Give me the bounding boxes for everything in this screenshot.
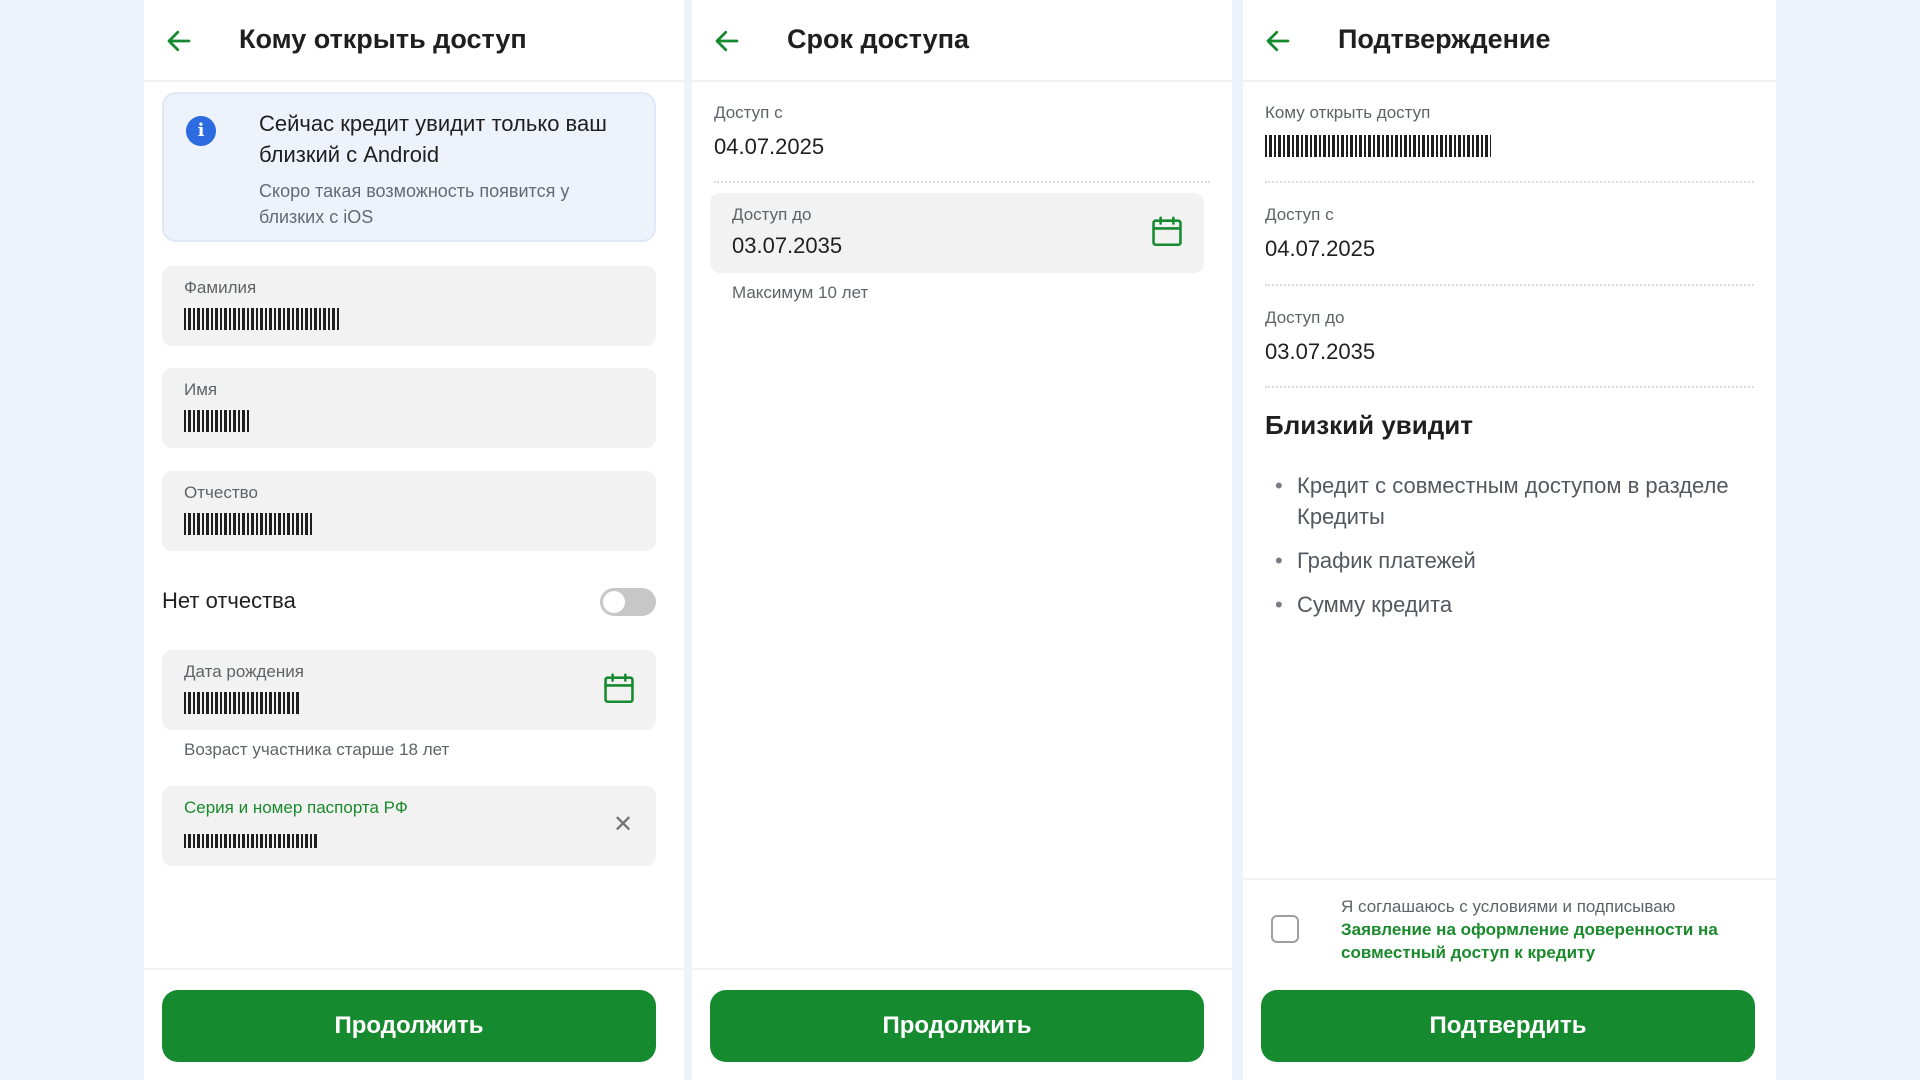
masked-value xyxy=(184,308,340,330)
page-title: Кому открыть доступ xyxy=(239,24,527,54)
screen-recipient: Кому открыть доступ i Сейчас кредит увид… xyxy=(144,0,684,1080)
access-from-label: Доступ с xyxy=(714,103,783,122)
divider xyxy=(1265,181,1754,183)
patronymic-field[interactable]: Отчество xyxy=(162,471,656,551)
top-bar: Срок доступа xyxy=(692,0,1232,82)
arrow-left-icon[interactable] xyxy=(164,26,194,56)
calendar-icon[interactable] xyxy=(1150,215,1184,249)
consent-document-link[interactable]: Заявление на оформление доверенности на … xyxy=(1341,920,1718,962)
field-label: Дата рождения xyxy=(184,662,304,681)
page-title: Срок доступа xyxy=(787,24,970,54)
page-title: Подтверждение xyxy=(1338,24,1551,54)
continue-button[interactable]: Продолжить xyxy=(162,990,656,1062)
arrow-left-icon[interactable] xyxy=(712,26,742,56)
consent-checkbox[interactable] xyxy=(1271,915,1299,943)
passport-field[interactable]: Серия и номер паспорта РФ ✕ xyxy=(162,786,656,866)
access-to-value: 03.07.2035 xyxy=(732,233,843,258)
info-subtitle: Скоро такая возможность появится у близк… xyxy=(259,181,570,227)
divider xyxy=(714,181,1210,183)
access-to-helper: Максимум 10 лет xyxy=(732,283,869,302)
list-item: Кредит с совместным доступом в разделе К… xyxy=(1265,470,1735,532)
first-name-field[interactable]: Имя xyxy=(162,368,656,448)
divider xyxy=(1265,386,1754,388)
access-to-label: Доступ до xyxy=(1265,308,1345,327)
divider xyxy=(1265,284,1754,286)
masked-value xyxy=(184,410,250,432)
last-name-field[interactable]: Фамилия xyxy=(162,266,656,346)
field-label: Фамилия xyxy=(184,278,257,297)
top-bar: Подтверждение xyxy=(1243,0,1776,82)
field-label: Отчество xyxy=(184,483,258,502)
access-to-field[interactable]: Доступ до 03.07.2035 xyxy=(710,193,1204,273)
recipient-label: Кому открыть доступ xyxy=(1265,103,1431,122)
field-label: Доступ до xyxy=(732,205,812,224)
consent-prefix: Я соглашаюсь с условиями и подписываю xyxy=(1341,897,1676,916)
no-patronymic-label: Нет отчества xyxy=(162,588,296,613)
toggle-knob xyxy=(603,591,625,613)
no-patronymic-toggle[interactable] xyxy=(600,588,656,616)
masked-value xyxy=(184,692,300,714)
top-bar: Кому открыть доступ xyxy=(144,0,684,82)
info-title: Сейчас кредит увидит только ваш близкий … xyxy=(259,111,607,167)
divider xyxy=(1243,878,1776,880)
close-icon[interactable]: ✕ xyxy=(610,812,636,838)
list-item: Сумму кредита xyxy=(1265,589,1735,620)
screen-confirmation: Подтверждение Кому открыть доступ Доступ… xyxy=(1243,0,1776,1080)
birth-date-helper: Возраст участника старше 18 лет xyxy=(184,740,450,759)
divider xyxy=(144,968,684,970)
visible-items-list: Кредит с совместным доступом в разделе К… xyxy=(1265,470,1735,633)
field-label: Серия и номер паспорта РФ xyxy=(184,798,408,817)
continue-button[interactable]: Продолжить xyxy=(710,990,1204,1062)
list-item: График платежей xyxy=(1265,545,1735,576)
masked-value xyxy=(184,834,318,848)
divider xyxy=(692,968,1232,970)
arrow-left-icon[interactable] xyxy=(1263,26,1293,56)
info-banner: i Сейчас кредит увидит только ваш близки… xyxy=(162,92,656,242)
access-to-value: 03.07.2035 xyxy=(1265,339,1376,364)
confirm-button[interactable]: Подтвердить xyxy=(1261,990,1755,1062)
screen-access-period: Срок доступа Доступ с 04.07.2025 Доступ … xyxy=(692,0,1232,1080)
calendar-icon[interactable] xyxy=(602,672,636,706)
masked-value xyxy=(1265,135,1491,157)
access-from-value: 04.07.2025 xyxy=(1265,236,1376,261)
section-title: Близкий увидит xyxy=(1265,410,1473,440)
access-from-value: 04.07.2025 xyxy=(714,134,825,159)
access-from-label: Доступ с xyxy=(1265,205,1334,224)
masked-value xyxy=(184,513,314,535)
info-icon: i xyxy=(186,116,216,146)
birth-date-field[interactable]: Дата рождения xyxy=(162,650,656,730)
consent-text: Я соглашаюсь с условиями и подписываю За… xyxy=(1341,895,1761,964)
field-label: Имя xyxy=(184,380,218,399)
